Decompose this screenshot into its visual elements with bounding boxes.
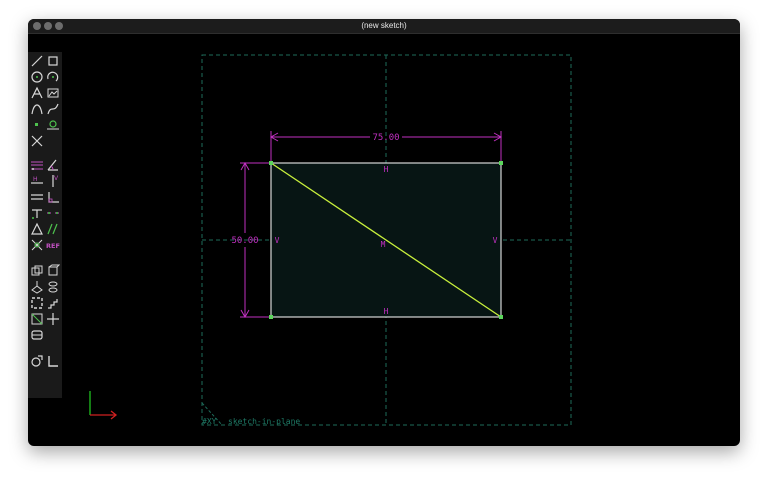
circle-icon[interactable] <box>30 70 44 84</box>
on-point-icon[interactable] <box>30 206 44 220</box>
vertical-dimension-label[interactable]: 50.00 <box>231 236 258 246</box>
horizontal-constraint-bottom[interactable]: H <box>384 307 389 316</box>
sketch-window: (new sketch) 75.00 50.00 H H V V M #XY s… <box>28 19 740 446</box>
nearest-ortho-icon[interactable] <box>30 312 44 326</box>
corner-point-bottom-right[interactable] <box>499 315 503 319</box>
equal-angle-icon[interactable] <box>30 222 44 236</box>
workplane-name: sketch-in-plane <box>228 417 300 426</box>
arc-icon[interactable] <box>46 70 60 84</box>
distance-constraint-icon[interactable] <box>30 158 44 172</box>
axis-gizmo <box>89 391 118 420</box>
sketch-canvas[interactable]: 75.00 50.00 H H V V M #XY sketch-in-plan… <box>28 19 740 446</box>
corner-point-top-right[interactable] <box>499 161 503 165</box>
svg-text:H: H <box>33 176 38 183</box>
midpoint-constraint[interactable]: M <box>381 240 386 249</box>
line-icon[interactable] <box>30 54 44 68</box>
ref-label-button[interactable]: REF <box>46 238 60 252</box>
extrude-icon[interactable] <box>30 280 44 294</box>
vertical-constraint-right[interactable]: V <box>493 236 498 245</box>
lathe-icon[interactable] <box>46 280 60 294</box>
vertical-constraint-left[interactable]: V <box>275 236 280 245</box>
svg-text:REF: REF <box>46 242 60 250</box>
horizontal-constraint-top[interactable]: H <box>384 165 389 174</box>
perpendicular-icon[interactable] <box>46 190 60 204</box>
horizontal-dimension-label[interactable]: 75.00 <box>372 133 399 143</box>
svg-text:V: V <box>54 175 59 182</box>
step-rotate-icon[interactable] <box>46 264 60 278</box>
vertical-icon[interactable]: V <box>46 174 60 188</box>
horizontal-icon[interactable]: H <box>30 174 44 188</box>
tool-palette: H V REF <box>28 52 62 398</box>
workplane-label: #XY <box>202 417 217 426</box>
spline-icon[interactable] <box>46 102 60 116</box>
show-hidden-icon[interactable] <box>30 328 44 342</box>
text-icon[interactable] <box>30 86 44 100</box>
split-icon[interactable] <box>30 134 44 148</box>
parallel-icon[interactable] <box>30 190 44 204</box>
home-icon[interactable] <box>46 354 60 368</box>
corner-point-top-left[interactable] <box>269 161 273 165</box>
angle-constraint-icon[interactable] <box>46 158 60 172</box>
workplane-icon[interactable] <box>30 354 44 368</box>
rectangle-icon[interactable] <box>46 54 60 68</box>
step-translate-icon[interactable] <box>30 264 44 278</box>
revolve-icon[interactable] <box>46 296 60 310</box>
helix-icon[interactable] <box>30 296 44 310</box>
nearest-iso-icon[interactable] <box>46 312 60 326</box>
ref-icon[interactable] <box>46 222 60 236</box>
corner-point-bottom-left[interactable] <box>269 315 273 319</box>
bezier-icon[interactable] <box>30 102 44 116</box>
tangent-arc-icon[interactable] <box>46 118 60 132</box>
point-icon[interactable] <box>30 118 44 132</box>
image-icon[interactable] <box>46 86 60 100</box>
reference-icon[interactable] <box>30 238 44 252</box>
symmetric-icon[interactable] <box>46 206 60 220</box>
